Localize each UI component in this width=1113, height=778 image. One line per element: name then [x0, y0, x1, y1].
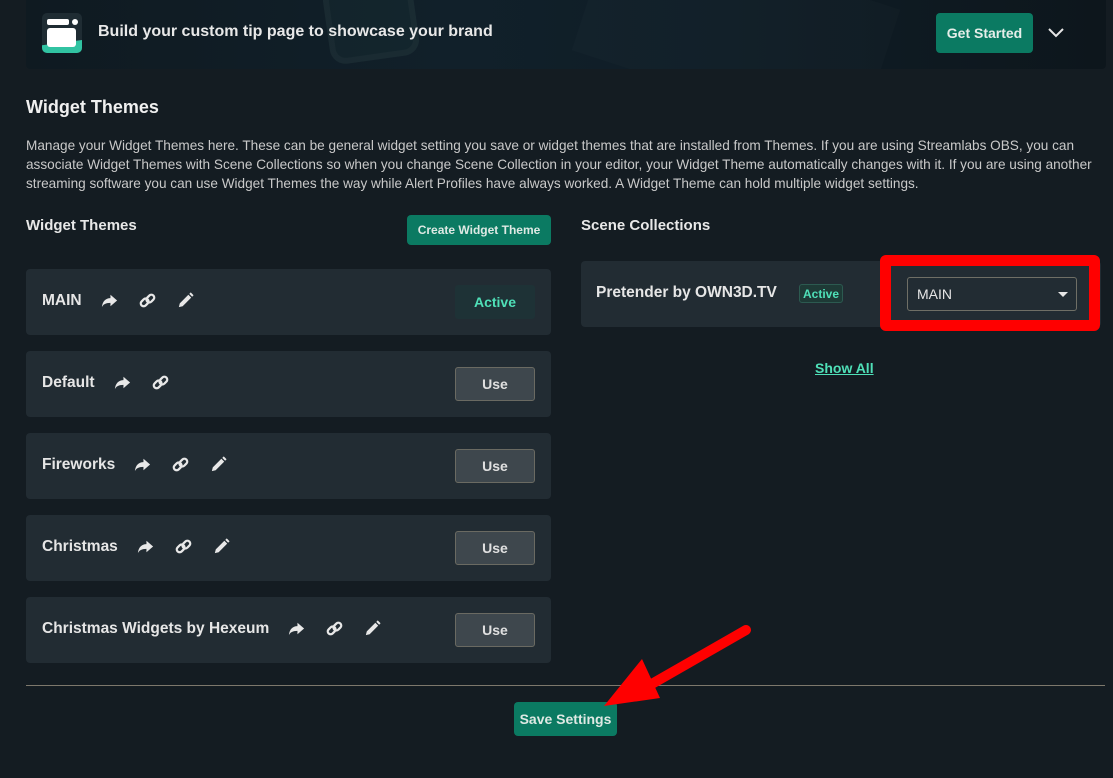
scene-collection-name: Pretender by OWN3D.TV	[596, 284, 777, 301]
active-badge: Active	[799, 284, 843, 303]
divider	[26, 685, 1105, 686]
widget-themes-heading: Widget Themes	[26, 217, 137, 234]
edit-icon[interactable]	[176, 291, 195, 310]
theme-name: Christmas	[42, 538, 118, 555]
page-title: Widget Themes	[26, 97, 159, 117]
theme-name: Fireworks	[42, 456, 116, 473]
theme-actions	[136, 537, 231, 556]
edit-icon[interactable]	[363, 619, 382, 638]
caret-down-icon	[1058, 292, 1068, 297]
page-description: Manage your Widget Themes here. These ca…	[26, 138, 1092, 191]
theme-name: MAIN	[42, 292, 82, 309]
show-all-link[interactable]: Show All	[815, 360, 874, 376]
share-icon[interactable]	[100, 291, 119, 310]
share-icon[interactable]	[136, 537, 155, 556]
theme-name: Default	[42, 374, 95, 391]
get-started-button[interactable]: Get Started	[936, 13, 1033, 53]
banner-decoration	[572, 0, 901, 69]
theme-select-dropdown[interactable]: MAIN	[907, 277, 1077, 311]
share-icon[interactable]	[113, 373, 132, 392]
share-icon[interactable]	[133, 455, 152, 474]
chevron-down-icon[interactable]	[1046, 25, 1066, 41]
use-theme-button[interactable]: Use	[455, 531, 535, 565]
use-theme-button[interactable]: Use	[455, 367, 535, 401]
scene-collections-heading: Scene Collections	[581, 217, 711, 234]
link-icon[interactable]	[171, 455, 190, 474]
banner-title: Build your custom tip page to showcase y…	[98, 23, 493, 40]
edit-icon[interactable]	[212, 537, 231, 556]
theme-row: Default Use	[26, 351, 551, 417]
theme-actions	[133, 455, 228, 474]
theme-row: MAIN Active	[26, 269, 551, 335]
theme-name: Christmas Widgets by Hexeum	[42, 620, 270, 637]
save-settings-button[interactable]: Save Settings	[514, 702, 617, 736]
link-icon[interactable]	[174, 537, 193, 556]
link-icon[interactable]	[325, 619, 344, 638]
active-status: Active	[455, 285, 535, 319]
create-widget-theme-button[interactable]: Create Widget Theme	[407, 215, 551, 245]
link-icon[interactable]	[151, 373, 170, 392]
theme-row: Fireworks Use	[26, 433, 551, 499]
selected-theme-value: MAIN	[917, 286, 952, 302]
theme-actions	[287, 619, 382, 638]
theme-actions	[113, 373, 170, 392]
share-icon[interactable]	[287, 619, 306, 638]
edit-icon[interactable]	[209, 455, 228, 474]
theme-row: Christmas Use	[26, 515, 551, 581]
use-theme-button[interactable]: Use	[455, 613, 535, 647]
link-icon[interactable]	[138, 291, 157, 310]
tip-page-icon	[42, 13, 82, 53]
use-theme-button[interactable]: Use	[455, 449, 535, 483]
theme-actions	[100, 291, 195, 310]
theme-row: Christmas Widgets by Hexeum Use	[26, 597, 551, 663]
